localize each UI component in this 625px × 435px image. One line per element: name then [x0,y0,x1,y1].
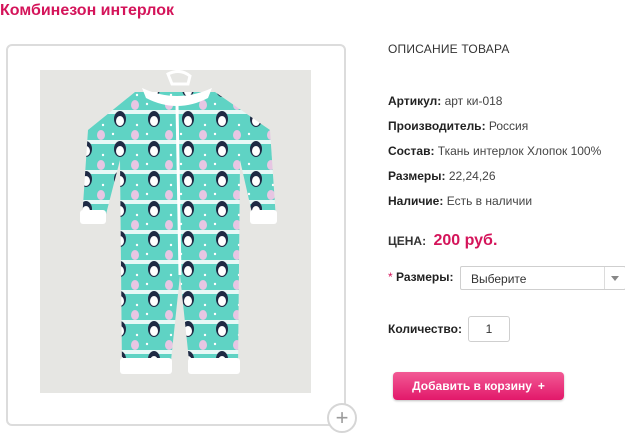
spec-row-article: Артикул: арт ки-018 [388,94,502,108]
spec-row-composition: Состав: Ткань интерлок Хлопок 100% [388,144,601,158]
spec-value: арт ки-018 [444,94,503,108]
product-page: Комбинезон интерлок + ОПИСАНИЕ ТОВАРА Ар… [0,0,625,435]
plus-icon: + [537,379,545,393]
spec-label: Артикул: [388,94,442,108]
spec-row-availability: Наличие: Есть в наличии [388,194,532,208]
spec-label: Размеры: [388,169,446,183]
required-mark: * [388,270,393,284]
spec-label: Производитель: [388,119,486,133]
spec-value: Есть в наличии [446,194,533,208]
section-heading: ОПИСАНИЕ ТОВАРА [388,42,510,56]
chevron-down-icon [611,276,619,281]
product-photo[interactable] [40,70,311,393]
spec-value: 22,24,26 [448,169,496,183]
price-value: 200 руб. [433,232,498,249]
price-row: ЦЕНА: 200 руб. [388,232,497,250]
size-label-text: Размеры: [396,270,454,284]
spec-value: Россия [488,119,529,133]
size-select[interactable]: Выберите [460,266,625,290]
add-to-cart-label: Добавить в корзину [412,379,532,393]
quantity-input[interactable] [468,316,510,342]
add-to-cart-button[interactable]: Добавить в корзину + [393,372,564,400]
price-label: ЦЕНА: [388,234,427,248]
spec-value: Ткань интерлок Хлопок 100% [437,144,602,158]
spec-row-sizes: Размеры: 22,24,26 [388,169,496,183]
size-label: * Размеры: [388,270,453,284]
size-select-value: Выберите [471,272,527,286]
quantity-label: Количество: [388,322,462,336]
product-title: Комбинезон интерлок [0,2,175,19]
spec-row-manufacturer: Производитель: Россия [388,119,528,133]
size-option: * Размеры: Выберите [388,266,625,290]
spec-label: Наличие: [388,194,444,208]
baby-jumpsuit-photo [40,70,311,393]
select-arrow-box [604,267,625,289]
spec-label: Состав: [388,144,435,158]
zoom-icon[interactable]: + [327,403,357,433]
